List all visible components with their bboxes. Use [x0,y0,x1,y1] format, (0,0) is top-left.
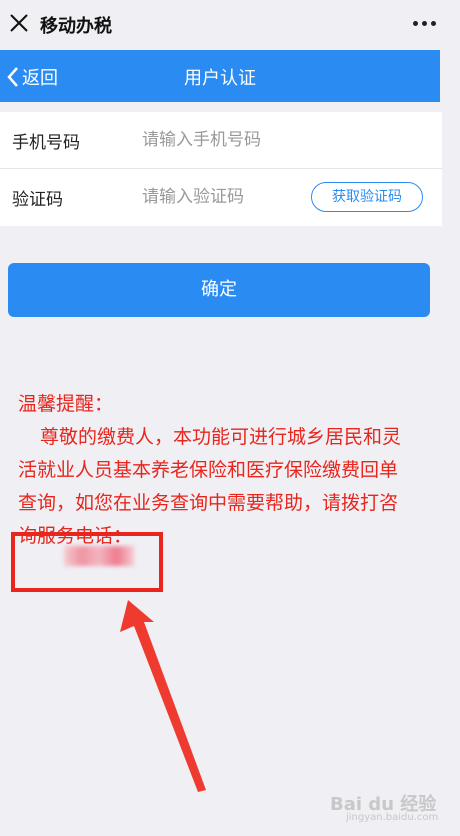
nav-bar: 返回 用户认证 [0,50,440,102]
app-title: 移动办税 [40,16,112,37]
get-code-button[interactable]: 获取验证码 [311,182,423,212]
phone-row: 手机号码 [0,112,442,169]
auth-form: 手机号码 验证码 获取验证码 [0,112,442,226]
notice: 温馨提醒： 尊敬的缴费人，本功能可进行城乡居民和灵活就业人员基本养老保险和医疗保… [18,388,408,553]
highlight-box [11,532,163,592]
code-input[interactable] [142,183,302,211]
code-label: 验证码 [12,190,63,210]
notice-title: 温馨提醒： [18,393,114,415]
watermark-sub: jingyan.baidu.com [346,812,439,823]
phone-label: 手机号码 [12,133,80,153]
phone-input[interactable] [142,126,302,154]
annotation-arrow [120,600,206,792]
page-title: 用户认证 [184,68,256,89]
more-icon[interactable] [413,21,436,26]
top-bar: 移动办税 [0,0,460,50]
confirm-button[interactable]: 确定 [8,263,430,317]
code-row: 验证码 获取验证码 [0,169,442,225]
close-icon[interactable] [8,12,30,34]
